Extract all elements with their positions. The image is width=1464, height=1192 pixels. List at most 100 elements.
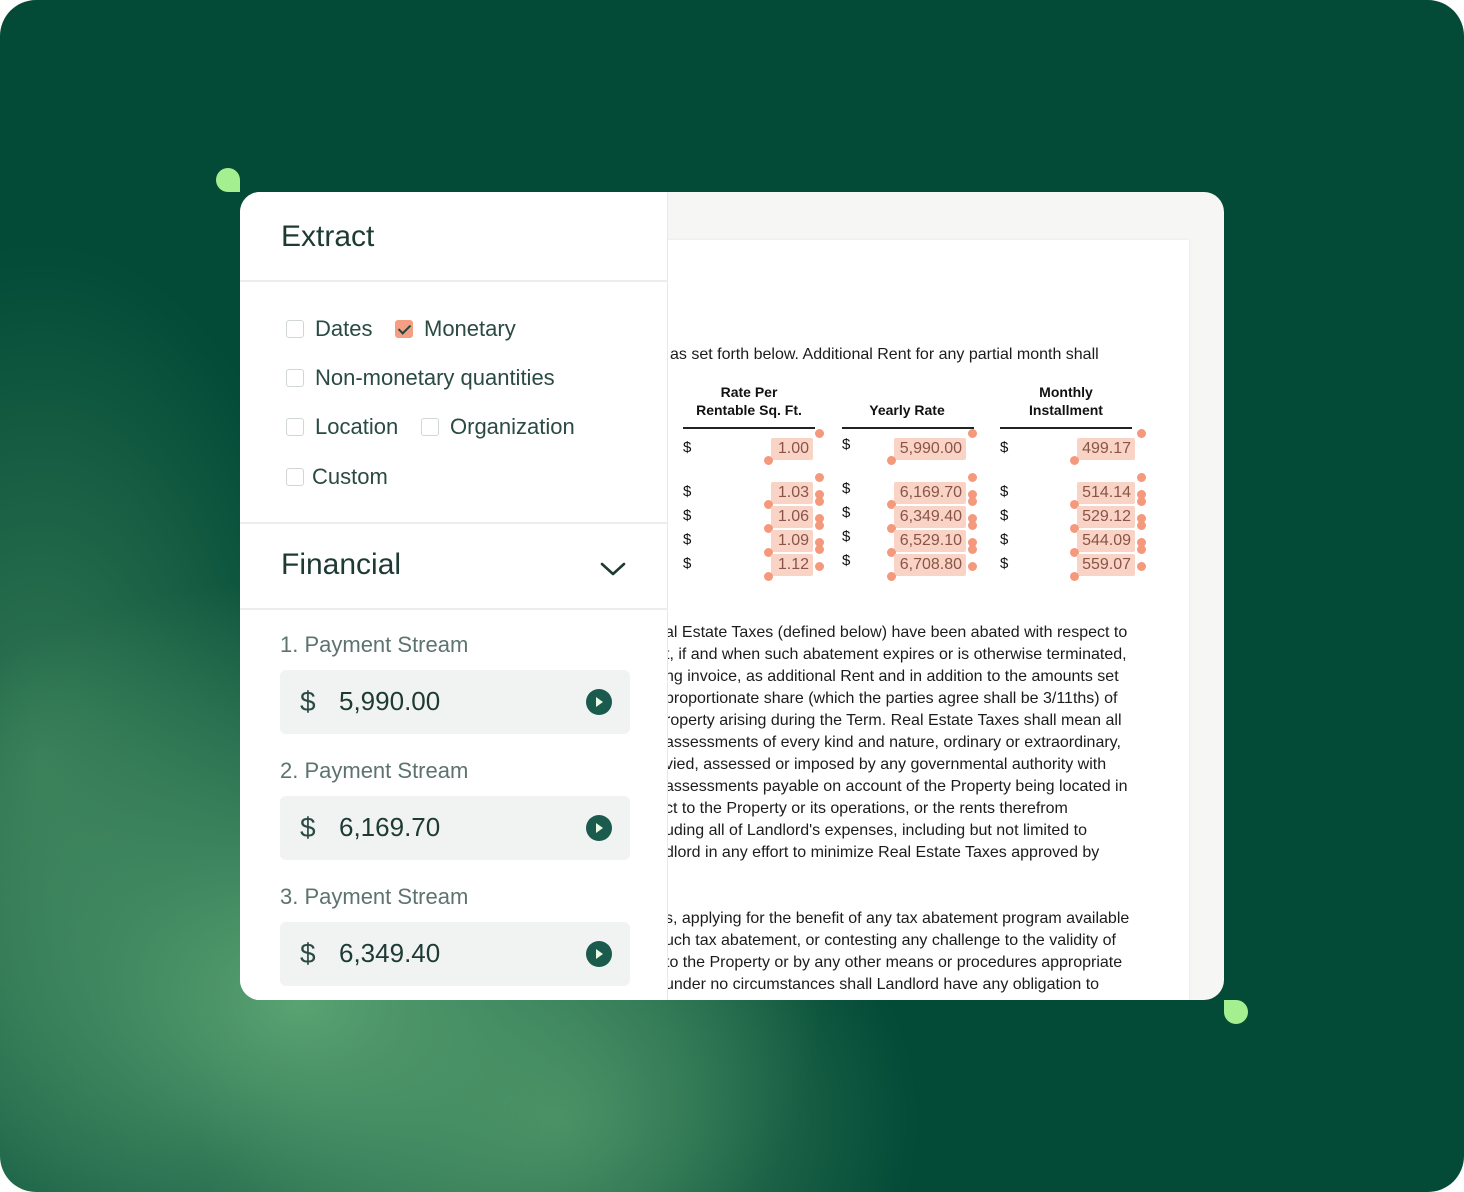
stream-1-field[interactable]: $ 5,990.00: [280, 670, 630, 734]
header-yearly-rate: Yearly Rate: [869, 402, 945, 418]
stream-3-label: 3. Payment Stream: [280, 884, 469, 909]
document-page: as set forth below. Additional Rent for …: [667, 240, 1189, 1000]
dollar-sign: $: [1000, 483, 1009, 500]
monthly-value[interactable]: 514.14: [1077, 482, 1135, 504]
highlight-handle[interactable]: [815, 473, 824, 482]
stream-2-field[interactable]: $ 6,169.70: [280, 796, 630, 860]
dollar-sign: $: [842, 480, 851, 497]
header-installment: Installment: [1029, 402, 1103, 418]
highlight-handle[interactable]: [815, 562, 824, 571]
section-title-financial: Financial: [281, 548, 402, 581]
yearly-value[interactable]: 6,529.10: [894, 530, 966, 552]
yearly-value[interactable]: 5,990.00: [894, 438, 966, 460]
checkbox-monetary[interactable]: [395, 320, 413, 338]
highlight-handle[interactable]: [815, 545, 824, 554]
header-rule: [842, 427, 974, 429]
chevron-down-icon[interactable]: [598, 554, 628, 584]
highlight-handle[interactable]: [1070, 456, 1079, 465]
filter-organization[interactable]: Organization: [421, 414, 575, 440]
rate-value[interactable]: 1.06: [771, 506, 813, 528]
highlight-handle[interactable]: [815, 497, 824, 506]
stream-2-label: 2. Payment Stream: [280, 758, 469, 783]
dollar-sign: $: [683, 531, 692, 548]
header-rule: [683, 427, 815, 429]
filter-custom[interactable]: Custom: [286, 464, 388, 490]
checkbox-non-monetary[interactable]: [286, 369, 304, 387]
highlight-handle[interactable]: [764, 456, 773, 465]
header-monthly: Monthly: [1039, 384, 1093, 400]
checkbox-custom[interactable]: [286, 468, 304, 486]
filter-monetary-label: Monetary: [424, 316, 516, 341]
yearly-value[interactable]: 6,708.80: [894, 554, 966, 576]
doc-text-line: to the Property or by any other means or…: [667, 954, 1123, 971]
doc-text-line: roperty arising during the Term. Real Es…: [667, 712, 1122, 729]
highlight-handle[interactable]: [968, 545, 977, 554]
highlight-handle[interactable]: [1070, 572, 1079, 581]
divider: [240, 608, 667, 610]
monthly-value[interactable]: 529.12: [1077, 506, 1135, 528]
highlight-handle[interactable]: [764, 572, 773, 581]
dollar-sign: $: [842, 552, 851, 569]
play-icon[interactable]: [586, 941, 612, 967]
doc-text-line: dlord in any effort to minimize Real Est…: [667, 844, 1100, 861]
highlight-handle[interactable]: [968, 473, 977, 482]
highlight-handle[interactable]: [815, 429, 824, 438]
filter-location[interactable]: Location: [286, 414, 398, 440]
highlight-handle[interactable]: [1137, 545, 1146, 554]
highlight-handle[interactable]: [968, 497, 977, 506]
rate-value[interactable]: 1.09: [771, 530, 813, 552]
doc-text-line: assessments of every kind and nature, or…: [667, 734, 1121, 751]
filter-non-monetary-label: Non-monetary quantities: [315, 365, 555, 390]
rate-value[interactable]: 1.00: [771, 438, 813, 460]
checkbox-dates[interactable]: [286, 320, 304, 338]
rate-value[interactable]: 1.12: [771, 554, 813, 576]
checkbox-organization[interactable]: [421, 418, 439, 436]
checkbox-location[interactable]: [286, 418, 304, 436]
highlight-handle[interactable]: [968, 562, 977, 571]
doc-text-line: al Estate Taxes (defined below) have bee…: [667, 624, 1128, 641]
play-icon[interactable]: [586, 815, 612, 841]
highlight-handle[interactable]: [1137, 562, 1146, 571]
filter-organization-label: Organization: [450, 414, 575, 439]
filter-location-label: Location: [315, 414, 399, 439]
monthly-value[interactable]: 499.17: [1077, 438, 1135, 460]
highlight-handle[interactable]: [887, 572, 896, 581]
dollar-sign: $: [842, 504, 851, 521]
doc-intro-line: as set forth below. Additional Rent for …: [670, 346, 1099, 363]
dollar-sign: $: [1000, 531, 1009, 548]
doc-text-line: vied, assessed or imposed by any governm…: [667, 756, 1107, 773]
yearly-value[interactable]: 6,349.40: [894, 506, 966, 528]
extract-panel: Extract Dates Monetary Non-monetary quan…: [240, 192, 668, 1000]
highlight-handle[interactable]: [815, 521, 824, 530]
panel-title: Extract: [281, 220, 375, 253]
currency-symbol: $: [300, 812, 316, 843]
dollar-sign: $: [842, 436, 851, 453]
stream-3-field[interactable]: $ 6,349.40: [280, 922, 630, 986]
filter-dates[interactable]: Dates: [286, 316, 372, 342]
divider: [240, 522, 667, 524]
header-rate-per: Rate Per: [720, 384, 778, 400]
filter-monetary[interactable]: Monetary: [395, 316, 516, 342]
filter-custom-label: Custom: [312, 464, 388, 489]
doc-text-line: proportionate share (which the parties a…: [667, 690, 1118, 707]
highlight-handle[interactable]: [968, 521, 977, 530]
leaf-accent-top: [216, 168, 240, 192]
highlight-handle[interactable]: [968, 429, 977, 438]
yearly-value[interactable]: 6,169.70: [894, 482, 966, 504]
rate-value[interactable]: 1.03: [771, 482, 813, 504]
filter-non-monetary[interactable]: Non-monetary quantities: [286, 365, 555, 391]
header-rentable-sqft: Rentable Sq. Ft.: [696, 402, 802, 418]
monthly-value[interactable]: 544.09: [1077, 530, 1135, 552]
highlight-handle[interactable]: [1137, 473, 1146, 482]
highlight-handle[interactable]: [1137, 521, 1146, 530]
highlight-handle[interactable]: [1137, 497, 1146, 506]
highlight-handle[interactable]: [887, 456, 896, 465]
play-icon[interactable]: [586, 689, 612, 715]
monthly-value[interactable]: 559.07: [1077, 554, 1135, 576]
highlight-handle[interactable]: [1137, 429, 1146, 438]
dollar-sign: $: [683, 507, 692, 524]
doc-text-line: ng invoice, as additional Rent and in ad…: [667, 668, 1119, 685]
stream-2-value: 6,169.70: [339, 812, 441, 842]
dollar-sign: $: [683, 483, 692, 500]
stream-1-label: 1. Payment Stream: [280, 632, 469, 657]
